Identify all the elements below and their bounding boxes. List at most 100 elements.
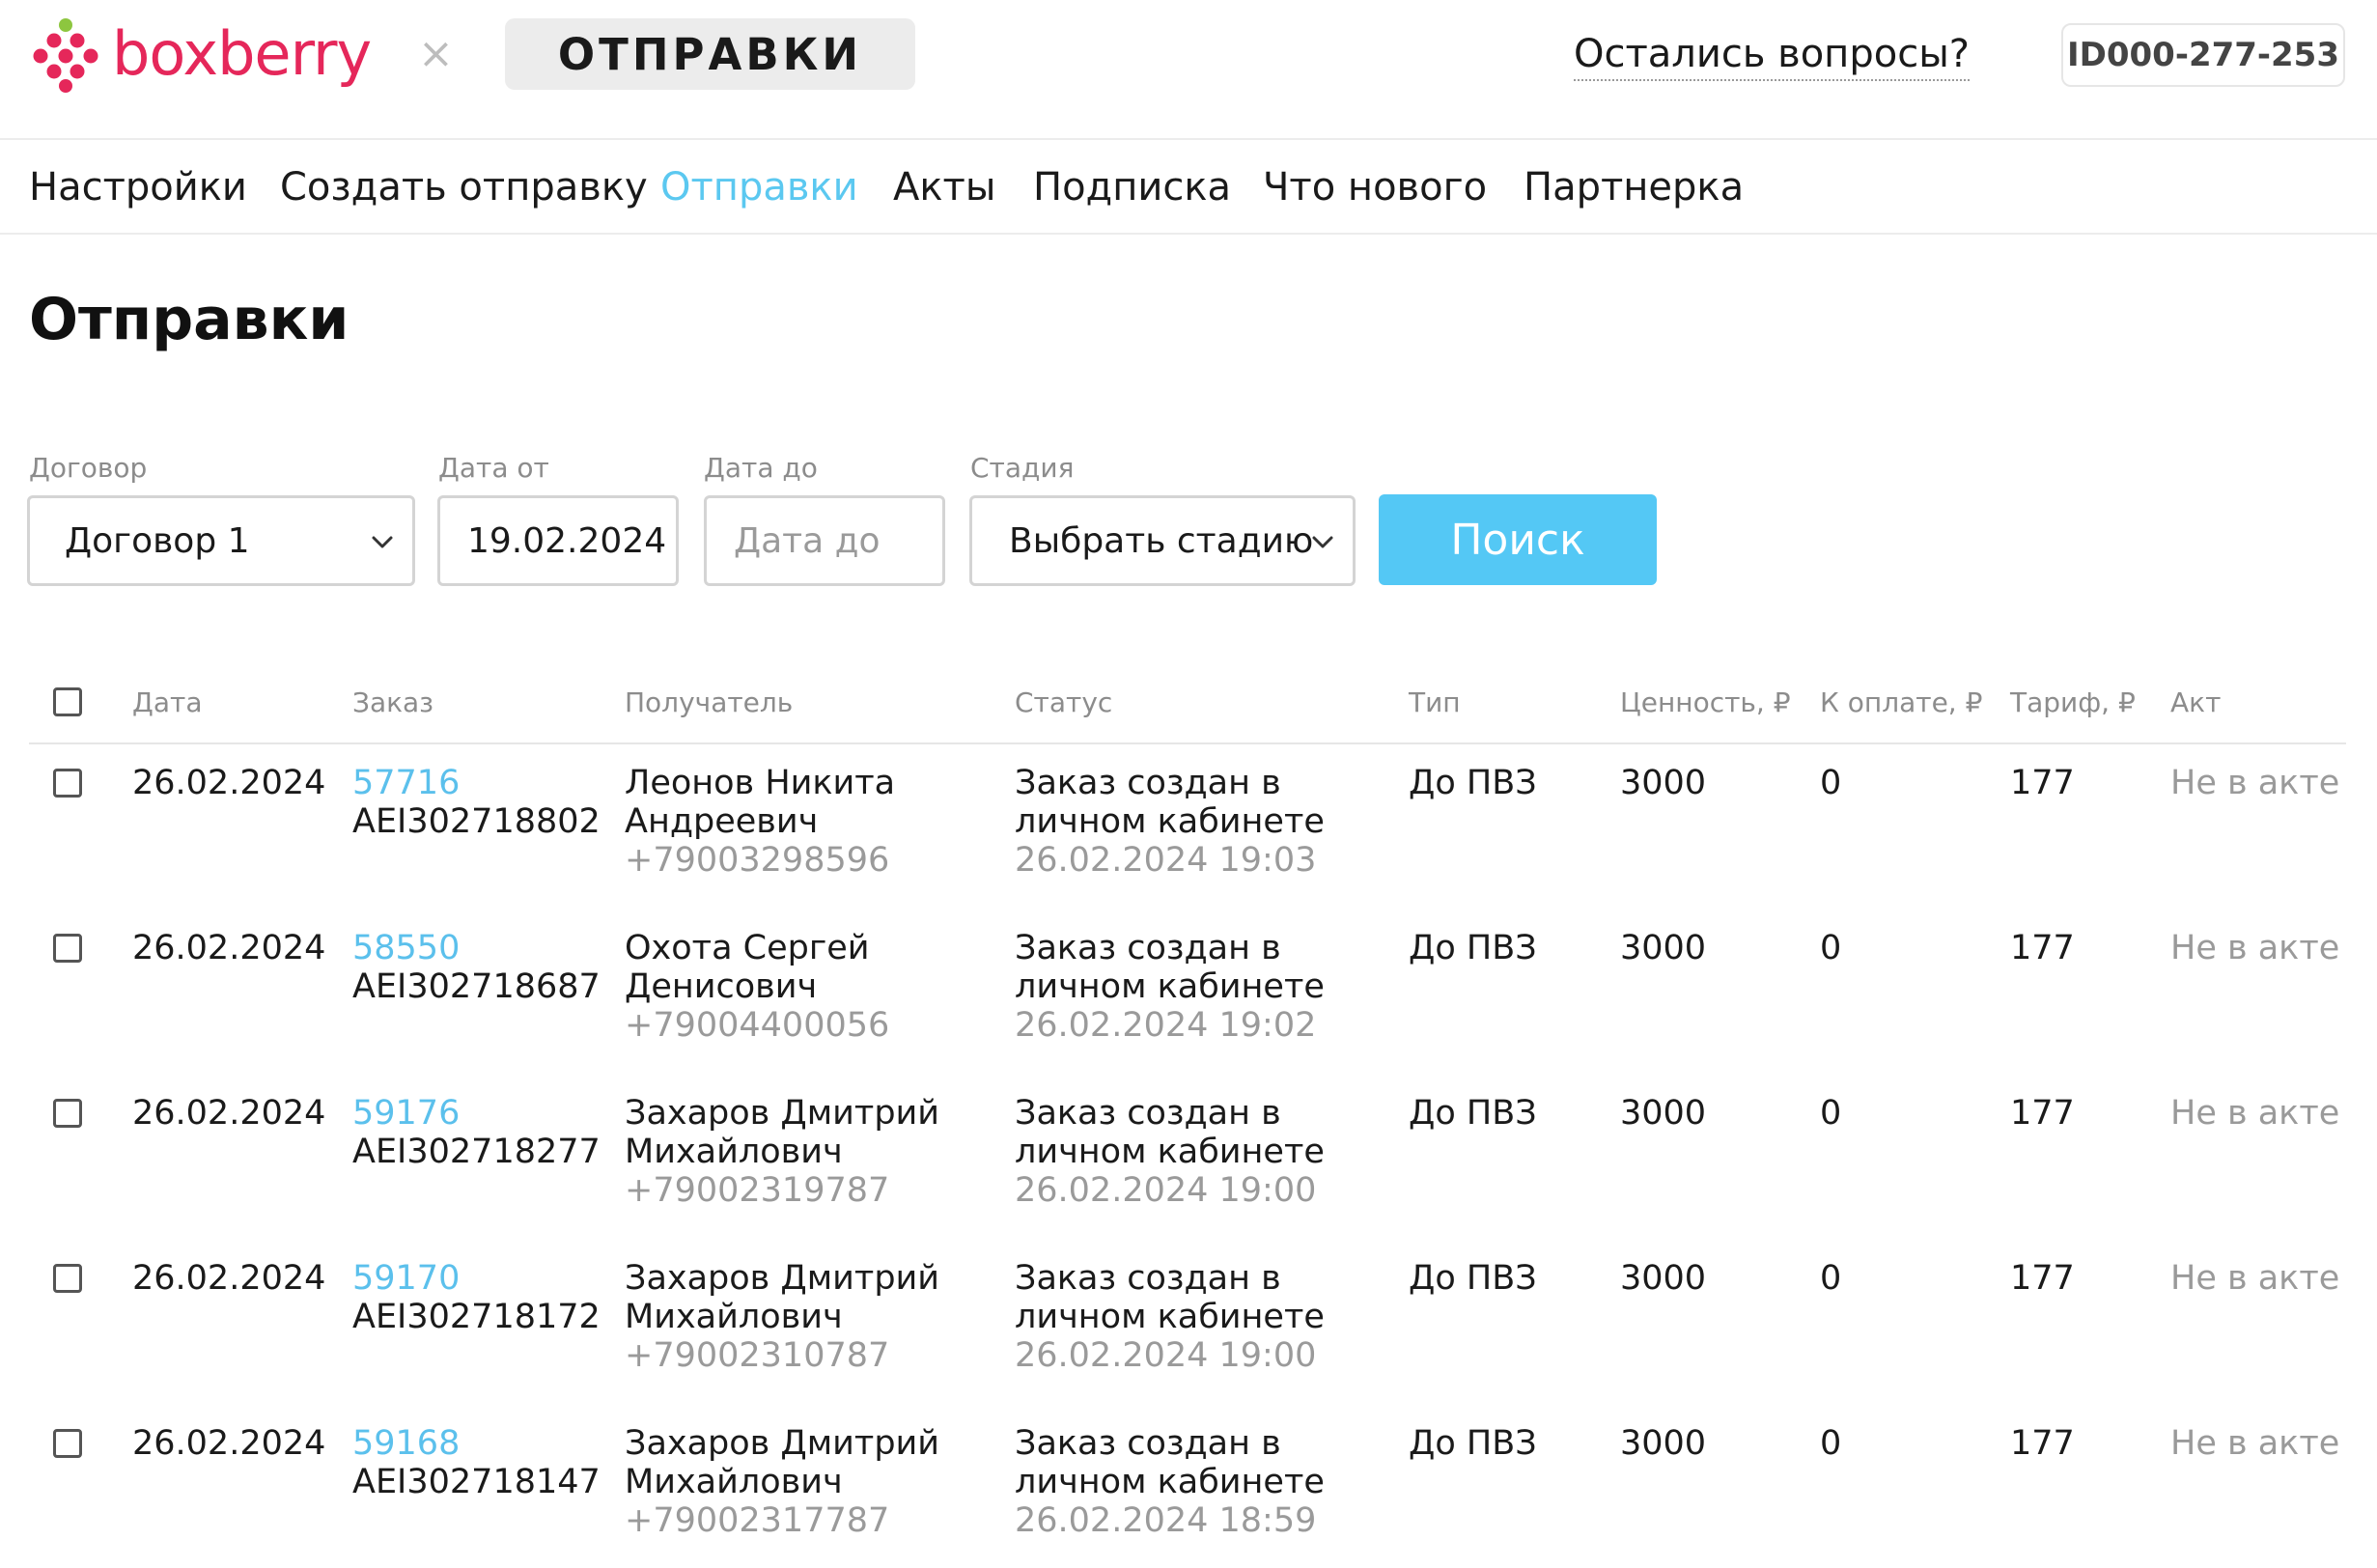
brand-name: boxberry [112, 18, 372, 89]
berry-dots-icon [33, 18, 98, 93]
contract-select-value: Договор 1 [65, 520, 250, 561]
row-act: Не в акте [2170, 1094, 2340, 1133]
select-all-checkbox[interactable] [53, 687, 82, 716]
brand-logo[interactable]: boxberry [27, 15, 372, 93]
status-line2: личном кабинете [1015, 802, 1325, 841]
row-date: 26.02.2024 [132, 1424, 326, 1463]
status-line1: Заказ создан в [1015, 1259, 1281, 1298]
row-value: 3000 [1620, 1424, 1707, 1463]
order-id-link[interactable]: 59176 [352, 1094, 601, 1133]
recipient-name-line2: Денисович [625, 967, 818, 1006]
contract-select[interactable]: Договор 1 [27, 495, 415, 586]
recipient-phone: +79002319787 [625, 1171, 890, 1210]
tracking-number: AEI302718802 [352, 802, 601, 841]
contract-label: Договор [29, 452, 148, 484]
row-status: Заказ создан в личном кабинете 26.02.202… [1015, 1424, 1325, 1540]
row-to-pay: 0 [1820, 929, 1842, 967]
date-from-input[interactable]: 19.02.2024 [437, 495, 679, 586]
row-tariff: 177 [2010, 1094, 2075, 1133]
row-checkbox[interactable] [53, 1429, 82, 1458]
row-to-pay: 0 [1820, 1259, 1842, 1298]
row-status: Заказ создан в личном кабинете 26.02.202… [1015, 1094, 1325, 1210]
product-badge[interactable]: ОТПРАВКИ [505, 18, 915, 90]
date-to-input[interactable]: Дата до [704, 495, 945, 586]
stage-select[interactable]: Выбрать стадию [969, 495, 1356, 586]
date-from-label: Дата от [438, 452, 549, 484]
tracking-number: AEI302718277 [352, 1133, 601, 1171]
row-recipient: Захаров Дмитрий Михайлович +79002310787 [625, 1259, 939, 1375]
column-header-status[interactable]: Статус [1015, 686, 1112, 720]
row-order: 59168 AEI302718147 [352, 1424, 601, 1501]
row-recipient: Захаров Дмитрий Михайлович +79002317787 [625, 1424, 939, 1540]
nav-item-shipments[interactable]: Отправки [660, 163, 858, 211]
row-to-pay: 0 [1820, 764, 1842, 802]
nav-item-settings[interactable]: Настройки [29, 163, 247, 211]
row-tariff: 177 [2010, 1259, 2075, 1298]
column-header-date[interactable]: Дата [132, 686, 203, 720]
table-row[interactable]: 26.02.2024 59170 AEI302718172 Захаров Дм… [29, 1249, 2346, 1414]
column-header-type[interactable]: Тип [1409, 686, 1461, 720]
table-row[interactable]: 26.02.2024 59168 AEI302718147 Захаров Дм… [29, 1414, 2346, 1568]
order-id-link[interactable]: 59168 [352, 1424, 601, 1463]
recipient-name-line1: Захаров Дмитрий [625, 1424, 940, 1463]
row-type: До ПВЗ [1409, 1424, 1537, 1463]
tracking-number: AEI302718147 [352, 1463, 601, 1501]
status-line2: личном кабинете [1015, 967, 1325, 1006]
column-header-tariff[interactable]: Тариф, ₽ [2010, 686, 2136, 720]
nav-item-partners[interactable]: Партнерка [1524, 163, 1744, 211]
row-order: 58550 AEI302718687 [352, 929, 601, 1006]
tracking-number: AEI302718172 [352, 1298, 601, 1336]
order-id-link[interactable]: 59170 [352, 1259, 601, 1298]
tracking-number: AEI302718687 [352, 967, 601, 1006]
nav-item-whats-new[interactable]: Что нового [1263, 163, 1487, 211]
recipient-name-line1: Захаров Дмитрий [625, 1094, 940, 1133]
chevron-down-icon [372, 536, 393, 548]
row-date: 26.02.2024 [132, 1259, 326, 1298]
table-row[interactable]: 26.02.2024 59176 AEI302718277 Захаров Дм… [29, 1084, 2346, 1249]
row-status: Заказ создан в личном кабинете 26.02.202… [1015, 929, 1325, 1045]
recipient-phone: +79003298596 [625, 841, 890, 880]
row-status: Заказ создан в личном кабинете 26.02.202… [1015, 1259, 1325, 1375]
row-checkbox[interactable] [53, 1264, 82, 1293]
date-from-value: 19.02.2024 [467, 520, 667, 561]
row-tariff: 177 [2010, 764, 2075, 802]
column-header-value[interactable]: Ценность, ₽ [1620, 686, 1791, 720]
status-line1: Заказ создан в [1015, 764, 1281, 802]
row-checkbox[interactable] [53, 934, 82, 963]
column-header-order[interactable]: Заказ [352, 686, 433, 720]
nav-item-create-shipment[interactable]: Создать отправку [280, 163, 648, 211]
table-row[interactable]: 26.02.2024 57716 AEI302718802 Леонов Ник… [29, 754, 2346, 919]
table-row[interactable]: 26.02.2024 58550 AEI302718687 Охота Серг… [29, 919, 2346, 1084]
status-line2: личном кабинете [1015, 1133, 1325, 1171]
status-time: 26.02.2024 18:59 [1015, 1501, 1317, 1540]
recipient-phone: +79002317787 [625, 1501, 890, 1540]
order-id-link[interactable]: 57716 [352, 764, 601, 802]
account-id-badge[interactable]: ID000-277-253 [2061, 23, 2345, 87]
row-order: 59176 AEI302718277 [352, 1094, 601, 1171]
column-header-act[interactable]: Акт [2170, 686, 2221, 720]
row-checkbox[interactable] [53, 1099, 82, 1128]
status-time: 26.02.2024 19:00 [1015, 1171, 1317, 1210]
order-id-link[interactable]: 58550 [352, 929, 601, 967]
recipient-name-line2: Михайлович [625, 1298, 843, 1336]
nav-item-acts[interactable]: Акты [893, 163, 995, 211]
row-date: 26.02.2024 [132, 1094, 326, 1133]
row-recipient: Охота Сергей Денисович +79004400056 [625, 929, 889, 1045]
status-line1: Заказ создан в [1015, 1424, 1281, 1463]
status-time: 26.02.2024 19:00 [1015, 1336, 1317, 1375]
status-line1: Заказ создан в [1015, 929, 1281, 967]
column-header-to-pay[interactable]: К оплате, ₽ [1820, 686, 1982, 720]
questions-link[interactable]: Остались вопросы? [1574, 29, 1970, 81]
row-checkbox[interactable] [53, 769, 82, 798]
brand-separator: × [418, 29, 454, 78]
search-button[interactable]: Поиск [1379, 494, 1657, 585]
column-header-recipient[interactable]: Получатель [625, 686, 793, 720]
status-time: 26.02.2024 19:02 [1015, 1006, 1317, 1045]
recipient-name-line2: Михайлович [625, 1463, 843, 1501]
row-date: 26.02.2024 [132, 764, 326, 802]
status-line1: Заказ создан в [1015, 1094, 1281, 1133]
recipient-name-line1: Леонов Никита [625, 764, 896, 802]
row-tariff: 177 [2010, 1424, 2075, 1463]
nav-item-subscription[interactable]: Подписка [1033, 163, 1231, 211]
recipient-name-line1: Захаров Дмитрий [625, 1259, 940, 1298]
